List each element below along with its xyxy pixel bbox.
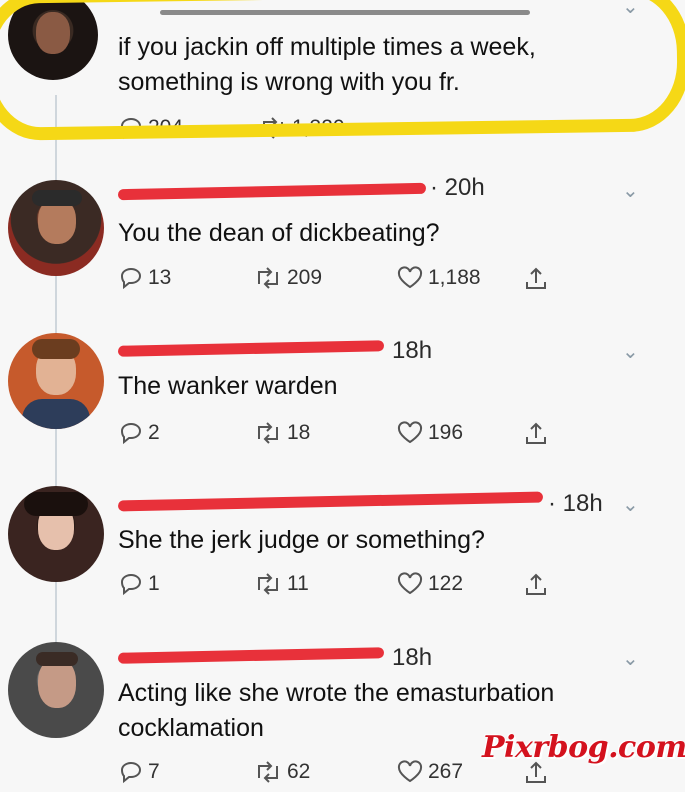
retweet-icon — [258, 573, 278, 595]
retweet-count: 11 — [287, 572, 309, 595]
reply-icon — [120, 267, 142, 290]
redacted-username — [117, 340, 385, 357]
chevron-down-icon[interactable]: ⌄ — [622, 178, 639, 203]
avatar[interactable] — [8, 486, 104, 582]
watermark: Pixrbog.com — [482, 730, 685, 765]
chevron-down-icon[interactable]: ⌄ — [622, 492, 639, 517]
reply-count: 7 — [148, 760, 160, 783]
reply-tweet[interactable]: · 20h ⌄ You the dean of dickbeating? 13 … — [0, 170, 685, 310]
like-count: 1,188 — [428, 266, 481, 289]
share-button[interactable] — [523, 266, 553, 292]
retweet-count: 209 — [287, 266, 323, 289]
like-count: 196 — [428, 421, 464, 444]
like-button[interactable]: 196 — [396, 421, 463, 445]
reply-count: 2 — [148, 421, 160, 444]
tweet-text-line2: cocklamation — [118, 714, 264, 742]
share-icon — [526, 422, 546, 444]
tweet-text-line1: Acting like she wrote the emasturbation — [118, 679, 555, 707]
tweet-text: The wanker warden — [118, 372, 338, 400]
tweet-text: She the jerk judge or something? — [118, 526, 485, 554]
avatar[interactable] — [8, 180, 104, 276]
share-icon — [526, 573, 546, 595]
redacted-username — [117, 182, 427, 201]
retweet-button[interactable]: 11 — [253, 572, 309, 596]
reply-button[interactable]: 1 — [118, 572, 160, 596]
avatar[interactable] — [8, 642, 104, 738]
retweet-button[interactable]: 209 — [253, 266, 322, 290]
reply-icon — [120, 422, 142, 445]
like-button[interactable]: 122 — [396, 572, 463, 596]
redacted-username — [117, 491, 544, 512]
like-icon — [397, 760, 423, 783]
retweet-button[interactable]: 18 — [253, 421, 310, 445]
reply-button[interactable]: 2 — [118, 421, 160, 445]
retweet-count: 18 — [287, 421, 311, 444]
reply-count: 1 — [148, 572, 160, 595]
retweet-button[interactable]: 62 — [253, 760, 310, 784]
top-tweet[interactable]: ⌄ if you jackin off multiple times a wee… — [0, 0, 685, 150]
reply-icon — [120, 761, 142, 784]
timestamp: 18h — [392, 644, 433, 671]
like-icon — [397, 266, 423, 289]
chevron-down-icon[interactable]: ⌄ — [622, 339, 639, 364]
retweet-icon — [258, 422, 278, 444]
reply-tweet[interactable]: 18h ⌄ The wanker warden 2 18 196 — [0, 325, 685, 465]
redacted-username — [117, 647, 385, 664]
reply-count: 13 — [148, 266, 172, 289]
share-button[interactable] — [523, 572, 553, 598]
reply-button[interactable]: 13 — [118, 266, 171, 290]
reply-icon — [120, 573, 142, 596]
timestamp: · 20h — [430, 174, 485, 201]
chevron-down-icon[interactable]: ⌄ — [622, 646, 639, 671]
action-bar: 1 11 122 — [118, 572, 578, 604]
avatar[interactable] — [8, 333, 104, 429]
reply-button[interactable]: 7 — [118, 760, 160, 784]
timestamp: · 18h — [548, 490, 603, 517]
retweet-count: 62 — [287, 760, 311, 783]
share-button[interactable] — [523, 421, 553, 447]
like-button[interactable]: 267 — [396, 760, 463, 784]
action-bar: 13 209 1,188 — [118, 266, 578, 298]
timestamp: 18h — [392, 337, 433, 364]
retweet-icon — [258, 267, 278, 289]
like-count: 267 — [428, 760, 464, 783]
like-icon — [397, 421, 423, 444]
reply-tweet[interactable]: · 18h ⌄ She the jerk judge or something?… — [0, 478, 685, 618]
share-icon — [526, 267, 546, 289]
action-bar: 2 18 196 — [118, 421, 578, 453]
like-button[interactable]: 1,188 — [396, 266, 481, 290]
like-icon — [397, 572, 423, 595]
yellow-highlight — [0, 0, 685, 141]
tweet-text: You the dean of dickbeating? — [118, 219, 440, 247]
like-count: 122 — [428, 572, 464, 595]
retweet-icon — [258, 761, 278, 783]
